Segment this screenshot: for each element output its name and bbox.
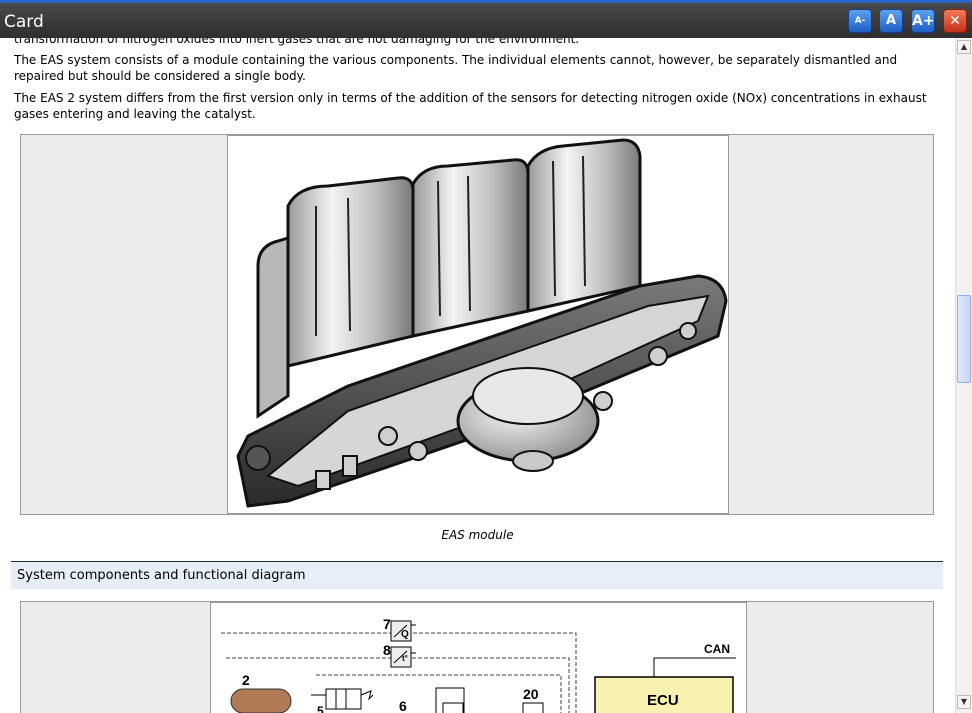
paragraph-eas-system: The EAS system consists of a module cont… xyxy=(14,53,898,83)
vertical-scrollbar[interactable]: ▲ ▼ xyxy=(955,38,972,713)
close-button[interactable]: ✕ xyxy=(943,9,967,33)
label-t: t° xyxy=(402,654,408,663)
decrease-font-button[interactable]: A- xyxy=(848,9,872,33)
close-icon: ✕ xyxy=(949,13,961,29)
eas-module-illustration xyxy=(236,138,728,508)
label-20: 20 xyxy=(523,686,539,702)
label-ecu: ECU xyxy=(647,692,679,709)
scroll-up-button[interactable]: ▲ xyxy=(957,40,971,54)
label-5: 5 xyxy=(317,704,324,713)
label-q: Q xyxy=(401,629,409,640)
label-6: 6 xyxy=(399,698,407,713)
scroll-thumb[interactable] xyxy=(957,295,971,383)
figure-eas-module xyxy=(20,134,934,515)
window-title: Card xyxy=(4,12,44,32)
functional-diagram-svg: 7 Q 8 t° 2 5 6 20 CAN ECU xyxy=(221,616,736,713)
eas-module-image xyxy=(227,135,729,514)
window-titlebar: Card A- A A+ ✕ xyxy=(0,0,972,38)
increase-font-button[interactable]: A+ xyxy=(911,9,935,33)
figure-functional-diagram: 7 Q 8 t° 2 5 6 20 CAN ECU xyxy=(20,601,934,713)
chevron-up-icon: ▲ xyxy=(960,42,968,51)
section-heading: System components and functional diagram xyxy=(11,561,943,589)
figure-caption: EAS module xyxy=(441,528,514,542)
paragraph-partial: transformation of nitrogen oxides into i… xyxy=(14,38,580,46)
label-can: CAN xyxy=(704,642,730,656)
section-heading-text: System components and functional diagram xyxy=(17,568,306,583)
reset-font-button[interactable]: A xyxy=(879,9,903,33)
card-content: transformation of nitrogen oxides into i… xyxy=(0,38,955,713)
label-8: 8 xyxy=(383,642,391,658)
paragraph-eas2: The EAS 2 system differs from the first … xyxy=(14,91,927,121)
label-2: 2 xyxy=(242,672,250,688)
functional-diagram: 7 Q 8 t° 2 5 6 20 CAN ECU xyxy=(210,602,747,713)
scroll-down-button[interactable]: ▼ xyxy=(957,695,971,709)
chevron-down-icon: ▼ xyxy=(960,697,968,706)
label-7: 7 xyxy=(383,616,391,632)
